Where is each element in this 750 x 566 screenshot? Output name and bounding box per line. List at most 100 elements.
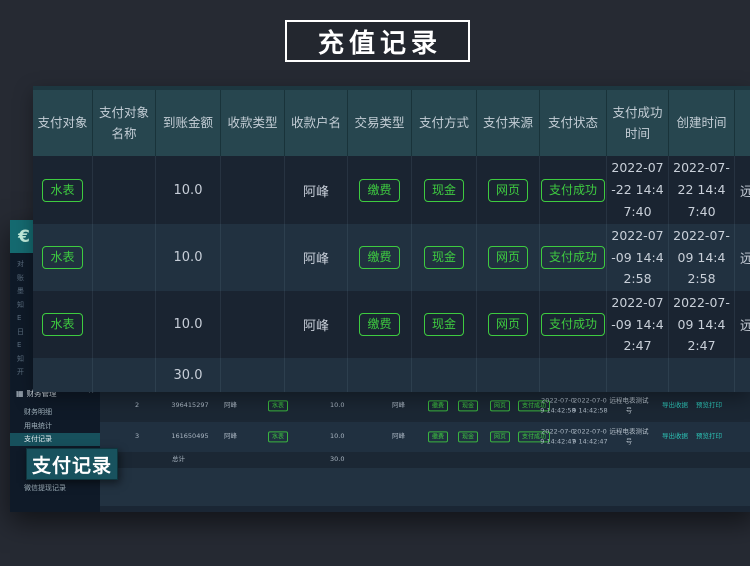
trade-type-tag: 缴费 (359, 246, 399, 269)
create-time-cell: 2022-07-22 14:47:40 (669, 156, 735, 224)
pay-status-tag: 支付成功 (541, 313, 605, 336)
pay-status-cell: 支付成功 (540, 224, 607, 291)
trade-type-cell: 缴费 (348, 291, 412, 358)
object-name-cell (93, 291, 156, 358)
trade-type-tag: 缴费 (428, 431, 448, 442)
collect-type-cell (221, 224, 285, 291)
col-header: 支付方式 (412, 90, 477, 156)
export-receipt-link[interactable]: 导出收据 (662, 432, 688, 442)
pay-method-tag: 现金 (458, 431, 478, 442)
pay-method-tag: 现金 (424, 313, 464, 336)
amount-cell: 10.0 (156, 156, 221, 224)
trade-type-cell: 缴费 (348, 224, 412, 291)
account-name: 阿峰 (392, 401, 405, 411)
amount: 10.0 (330, 432, 344, 442)
payment-records-callout: 支付记录 (26, 448, 118, 480)
total-label: 总计 (172, 455, 185, 465)
object-name: 阿峰 (224, 401, 237, 411)
trade-type-tag: 缴费 (359, 179, 399, 202)
account-name-cell: 阿峰 (285, 224, 348, 291)
create-time-cell: 2022-07-09 14:42:58 (669, 224, 735, 291)
create-time: 2022-07-09 14:42:47 (572, 427, 608, 447)
table-header-row: 支付对象 支付对象名称 到账金额 收款类型 收款户名 交易类型 支付方式 支付来… (33, 86, 750, 156)
recharge-table: 支付对象 支付对象名称 到账金额 收款类型 收款户名 交易类型 支付方式 支付来… (33, 86, 750, 392)
col-header: 支付对象 (33, 90, 93, 156)
col-header: 交易类型 (348, 90, 412, 156)
success-time-cell: 2022-07-09 14:42:58 (607, 224, 669, 291)
success-time-cell: 2022-07-09 14:42:47 (607, 291, 669, 358)
collect-type-cell (221, 291, 285, 358)
remote-account-cell-partial: 远 (735, 291, 750, 358)
print-preview-link[interactable]: 预览打印 (696, 401, 722, 411)
pay-method-cell: 现金 (412, 291, 477, 358)
total-empty-cell (93, 358, 156, 392)
amount: 10.0 (330, 401, 344, 411)
total-empty-cell (477, 358, 540, 392)
sidebar-item-wechat-withdraw[interactable]: 微信提现记录 (10, 482, 100, 495)
col-header: 支付成功时间 (607, 90, 669, 156)
table-row: 水表 10.0 阿峰 缴费 现金 网页 支付成功 2022-07-22 14:4… (33, 156, 750, 224)
col-header: 到账金额 (156, 90, 221, 156)
total-empty-cell (348, 358, 412, 392)
object-name-cell (93, 156, 156, 224)
table-row: 水表 10.0 阿峰 缴费 现金 网页 支付成功 2022-07-09 14:4… (33, 291, 750, 358)
total-empty-cell (412, 358, 477, 392)
trade-type-cell: 缴费 (348, 156, 412, 224)
pay-method-tag: 现金 (458, 400, 478, 411)
account-name-cell: 阿峰 (285, 156, 348, 224)
pay-source-tag: 网页 (490, 400, 510, 411)
object-name-cell (93, 224, 156, 291)
total-empty-cell (285, 358, 348, 392)
table-total-row: 30.0 (33, 358, 750, 392)
account-name: 阿峰 (392, 432, 405, 442)
total-empty-cell (735, 358, 750, 392)
pay-method-cell: 现金 (412, 156, 477, 224)
table-total-row: 总计 30.0 (100, 452, 750, 468)
remote-account: 远程电表测试号 (608, 396, 650, 416)
object-name: 阿峰 (224, 432, 237, 442)
trade-type-tag: 缴费 (428, 400, 448, 411)
collect-type-cell (221, 156, 285, 224)
amount-cell: 10.0 (156, 224, 221, 291)
col-header: 支付来源 (477, 90, 540, 156)
grid-icon: ▦ (16, 389, 24, 398)
total-empty-cell (607, 358, 669, 392)
pay-status-tag: 支付成功 (541, 246, 605, 269)
table-row: 3 161650495 阿峰 水表 10.0 阿峰 缴费 现金 网页 支付成功 … (100, 422, 750, 452)
col-header: 收款类型 (221, 90, 285, 156)
create-time-cell: 2022-07-09 14:42:47 (669, 291, 735, 358)
pay-method-tag: 现金 (424, 179, 464, 202)
pay-method-tag: 现金 (424, 246, 464, 269)
object-tag: 水表 (268, 400, 288, 411)
export-receipt-link[interactable]: 导出收据 (662, 401, 688, 411)
total-empty-cell (221, 358, 285, 392)
pay-source-cell: 网页 (477, 224, 540, 291)
pay-method-cell: 现金 (412, 224, 477, 291)
sidebar-item-power-stats[interactable]: 用电统计 (10, 420, 100, 433)
water-meter-tag: 水表 (42, 179, 82, 202)
page: € 对 账 墨 知 E 日 E 知 开 ▦ 财务管理 ^ 财务明细 用电统计 支… (0, 0, 750, 566)
total-amount: 30.0 (330, 455, 344, 465)
print-preview-link[interactable]: 预览打印 (696, 432, 722, 442)
table-empty-row (100, 468, 750, 506)
sidebar-item-payment-records[interactable]: 支付记录 (10, 433, 100, 446)
remote-account-cell-partial: 远 (735, 156, 750, 224)
trade-type-tag: 缴费 (359, 313, 399, 336)
remote-account-cell-partial: 远 (735, 224, 750, 291)
pay-status-tag: 支付成功 (541, 179, 605, 202)
total-empty-cell (540, 358, 607, 392)
sidebar-item-finance-detail[interactable]: 财务明细 (10, 406, 100, 419)
table-row: 2 396415297 阿峰 水表 10.0 阿峰 缴费 现金 网页 支付成功 … (100, 390, 750, 422)
success-time: 2022-07-09 14:42:58 (540, 396, 576, 416)
col-header: 支付状态 (540, 90, 607, 156)
water-meter-tag: 水表 (42, 313, 82, 336)
water-meter-tag: 水表 (42, 246, 82, 269)
order-id: 161650495 (164, 432, 216, 442)
row-number: 2 (135, 401, 139, 411)
pay-source-tag: 网页 (488, 246, 528, 269)
order-id: 396415297 (164, 401, 216, 411)
row-number: 3 (135, 432, 139, 442)
total-amount-cell: 30.0 (156, 358, 221, 392)
pay-status-cell: 支付成功 (540, 291, 607, 358)
amount-cell: 10.0 (156, 291, 221, 358)
